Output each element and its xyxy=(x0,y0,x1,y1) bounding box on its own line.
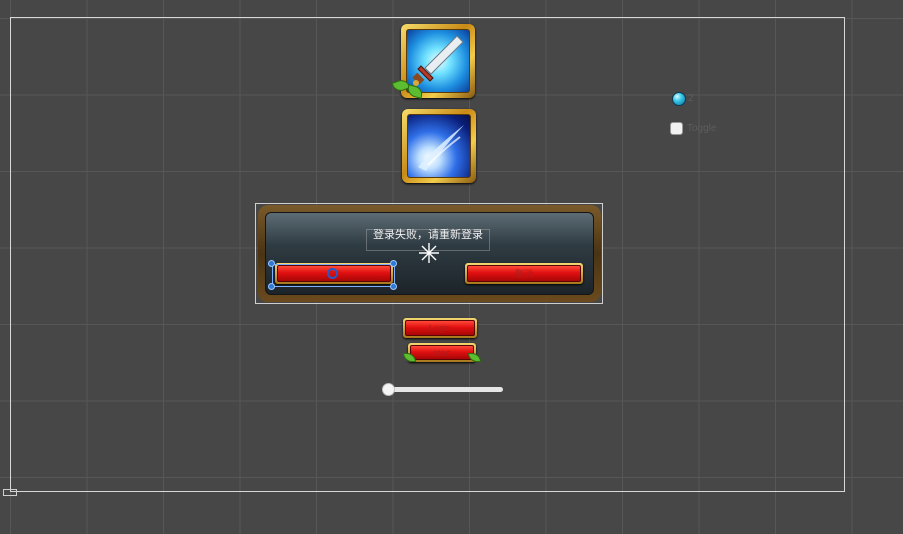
resize-handle-top-right[interactable] xyxy=(390,260,397,267)
slider-knob[interactable] xyxy=(382,383,395,396)
slider-track[interactable] xyxy=(385,387,503,392)
cancel-button-label: 取消 xyxy=(467,265,581,282)
cancel-button[interactable]: 取消 xyxy=(465,263,583,284)
toggle-label: Toggle xyxy=(687,123,717,134)
resize-handle-bottom-left[interactable] xyxy=(268,283,275,290)
start-button-label: start xyxy=(410,345,474,360)
slash-icon xyxy=(407,114,471,178)
pivot-handle[interactable] xyxy=(327,268,338,279)
login-button[interactable]: Login xyxy=(403,318,477,338)
move-gizmo-icon[interactable] xyxy=(417,241,441,265)
gem-count: 2 xyxy=(688,93,694,104)
canvas-corner-handle[interactable] xyxy=(3,489,17,496)
slash-skill-button[interactable] xyxy=(402,109,476,183)
login-button-label: Login xyxy=(405,320,475,336)
sword-skill-button[interactable] xyxy=(391,24,475,99)
resize-handle-top-left[interactable] xyxy=(268,260,275,267)
dialog-message: 登录失败，请重新登录 xyxy=(373,229,483,241)
sword-icon xyxy=(406,29,470,93)
gem-icon xyxy=(672,92,686,106)
toggle-checkbox[interactable] xyxy=(670,122,683,135)
resize-handle-bottom-right[interactable] xyxy=(390,283,397,290)
start-button[interactable]: start xyxy=(403,343,481,362)
